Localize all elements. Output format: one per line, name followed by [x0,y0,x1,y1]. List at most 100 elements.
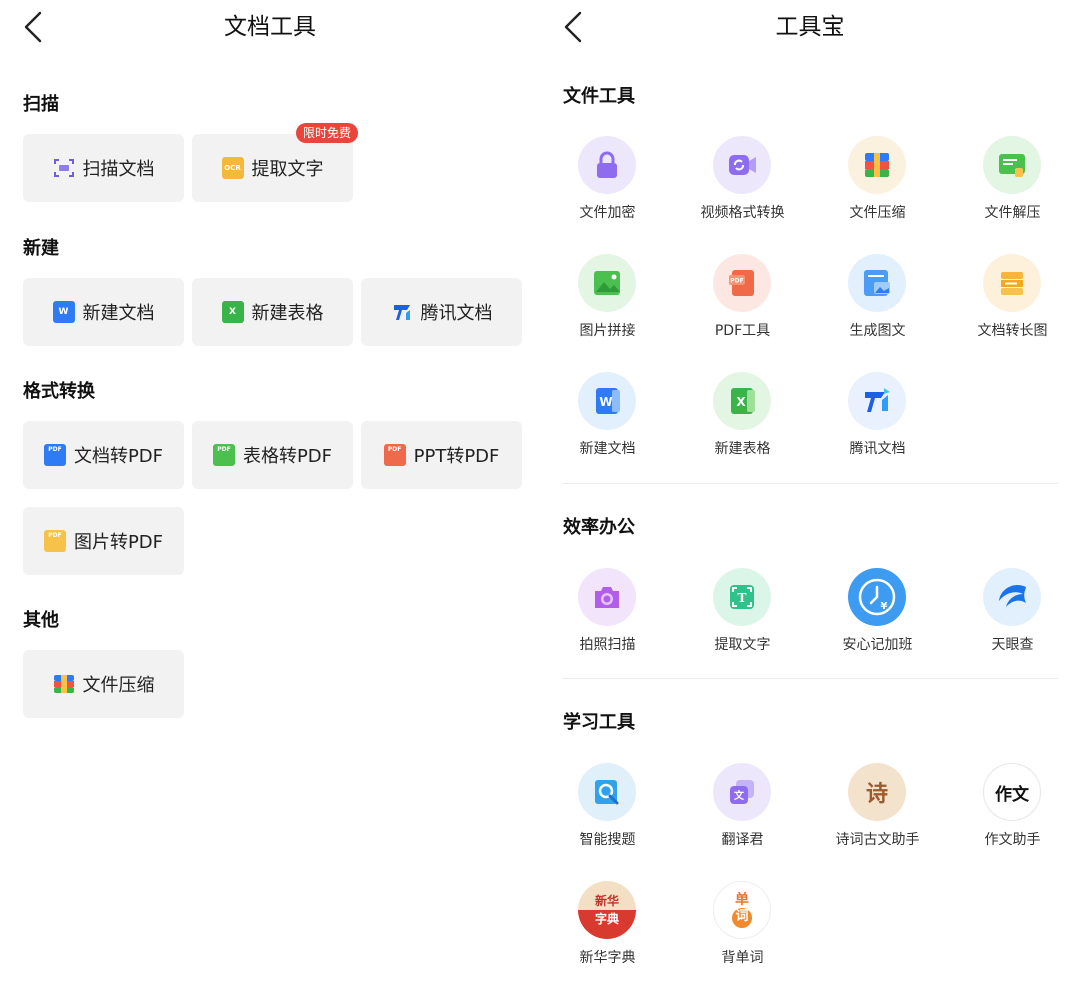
camera-icon [578,568,636,626]
card-label: 新建表格 [251,303,324,324]
tool-label: 文档转长图 [977,323,1048,339]
section-title-study: 学习工具 [563,712,635,733]
unzip-icon [983,136,1041,194]
ocr-icon: OCR [221,157,244,179]
compress-file-button[interactable]: 文件压缩 [23,650,184,718]
dictionary-glyph-top: 新华 [594,894,619,908]
tool-overtime-record[interactable]: ¥ 安心记加班 [810,568,945,658]
vocabulary-glyph-bottom: 词 [732,908,752,928]
search-question-icon [578,763,636,821]
svg-text:W: W [599,395,612,409]
text-extract-icon: T [713,568,771,626]
doc-to-pdf-button[interactable]: PDF 文档转PDF [23,421,184,489]
extract-text-button[interactable]: OCR 提取文字 [192,134,353,202]
tool-tencent-docs[interactable]: 腾讯文档 [810,372,945,462]
new-document-button[interactable]: W 新建文档 [23,278,184,346]
svg-text:文: 文 [734,789,745,802]
tool-image-stitch[interactable]: 图片拼接 [540,254,675,344]
tool-generate-image-text[interactable]: 生成图文 [810,254,945,344]
excel-sheet-icon: X [221,301,244,323]
card-label: 图片转PDF [73,532,164,553]
tool-extract-text[interactable]: T 提取文字 [675,568,810,658]
tool-file-encrypt[interactable]: 文件加密 [540,136,675,226]
tencent-docs-icon [848,372,906,430]
card-label: 腾讯文档 [420,303,493,324]
tencent-docs-button[interactable]: 腾讯文档 [361,278,522,346]
tool-file-unzip[interactable]: 文件解压 [945,136,1080,226]
excel-icon: X [713,372,771,430]
tool-label: 文件解压 [984,205,1041,221]
tool-label: 生成图文 [849,323,906,339]
scan-icon [53,157,75,179]
tool-label: 提取文字 [714,637,771,653]
zip-icon [848,136,906,194]
dictionary-glyph-bottom: 字典 [594,912,619,926]
scan-document-button[interactable]: 扫描文档 [23,134,184,202]
card-label: 文档转PDF [73,446,164,467]
word-icon: W [578,372,636,430]
doc-long-image-icon [983,254,1041,312]
tool-essay-assistant[interactable]: 作文 作文助手 [945,763,1080,853]
tool-label: 天眼查 [991,637,1034,653]
svg-text:PDF: PDF [730,278,743,285]
image-text-icon [848,254,906,312]
translate-icon: 文 [713,763,771,821]
new-sheet-button[interactable]: X 新建表格 [192,278,353,346]
tool-label: 新建表格 [714,441,771,457]
tool-pdf[interactable]: PDF PDF工具 [675,254,810,344]
tool-vocabulary[interactable]: 单 词 背单词 [675,881,810,971]
dictionary-icon: 新华 字典 [578,881,636,939]
section-title-office: 效率办公 [563,517,635,538]
lock-icon [578,136,636,194]
page-title: 工具宝 [775,14,845,40]
tool-label: 安心记加班 [842,637,913,653]
card-label: PPT转PDF [413,446,500,467]
tool-label: 文件加密 [579,205,636,221]
tool-label: 文件压缩 [849,205,906,221]
tool-tianyancha[interactable]: 天眼查 [945,568,1080,658]
tianyancha-icon [983,568,1041,626]
section-title-new: 新建 [23,238,59,259]
pdf-tool-icon: PDF [713,254,771,312]
sheet-to-pdf-icon: PDF [212,444,235,466]
tool-label: 拍照扫描 [579,637,636,653]
overtime-clock-icon: ¥ [848,568,906,626]
tool-video-convert[interactable]: 视频格式转换 [675,136,810,226]
card-label: 文件压缩 [82,675,155,696]
image-to-pdf-icon: PDF [43,530,66,552]
ppt-to-pdf-button[interactable]: PDF PPT转PDF [361,421,522,489]
doc-to-pdf-icon: PDF [43,444,66,466]
ppt-to-pdf-icon: PDF [383,444,406,466]
poetry-glyph: 诗 [865,781,888,807]
limited-free-badge: 限时免费 [296,123,359,143]
section-divider [563,678,1058,679]
tool-new-sheet[interactable]: X 新建表格 [675,372,810,462]
essay-glyph: 作文 [995,784,1029,805]
tool-xinhua-dictionary[interactable]: 新华 字典 新华字典 [540,881,675,971]
tool-label: 新华字典 [579,950,636,966]
card-label: 新建文档 [82,303,155,324]
tool-file-compress[interactable]: 文件压缩 [810,136,945,226]
svg-text:X: X [736,395,746,409]
vocabulary-icon: 单 词 [713,881,771,939]
tool-translator[interactable]: 文 翻译君 [675,763,810,853]
image-stitch-icon [578,254,636,312]
tool-doc-to-long-image[interactable]: 文档转长图 [945,254,1080,344]
tool-smart-search[interactable]: 智能搜题 [540,763,675,853]
section-title-convert: 格式转换 [23,381,95,402]
tool-photo-scan[interactable]: 拍照扫描 [540,568,675,658]
tool-new-document[interactable]: W 新建文档 [540,372,675,462]
word-doc-icon: W [52,301,75,323]
video-convert-icon [713,136,771,194]
tool-poetry-assistant[interactable]: 诗 诗词古文助手 [810,763,945,853]
image-to-pdf-button[interactable]: PDF 图片转PDF [23,507,184,575]
compress-icon [53,673,75,695]
sheet-to-pdf-button[interactable]: PDF 表格转PDF [192,421,353,489]
tool-label: 翻译君 [721,832,764,848]
card-label: 表格转PDF [242,446,333,467]
tool-label: 作文助手 [984,832,1041,848]
svg-text:¥: ¥ [881,601,888,612]
tool-label: 新建文档 [579,441,636,457]
section-title-other: 其他 [23,610,59,631]
essay-icon: 作文 [983,763,1041,821]
